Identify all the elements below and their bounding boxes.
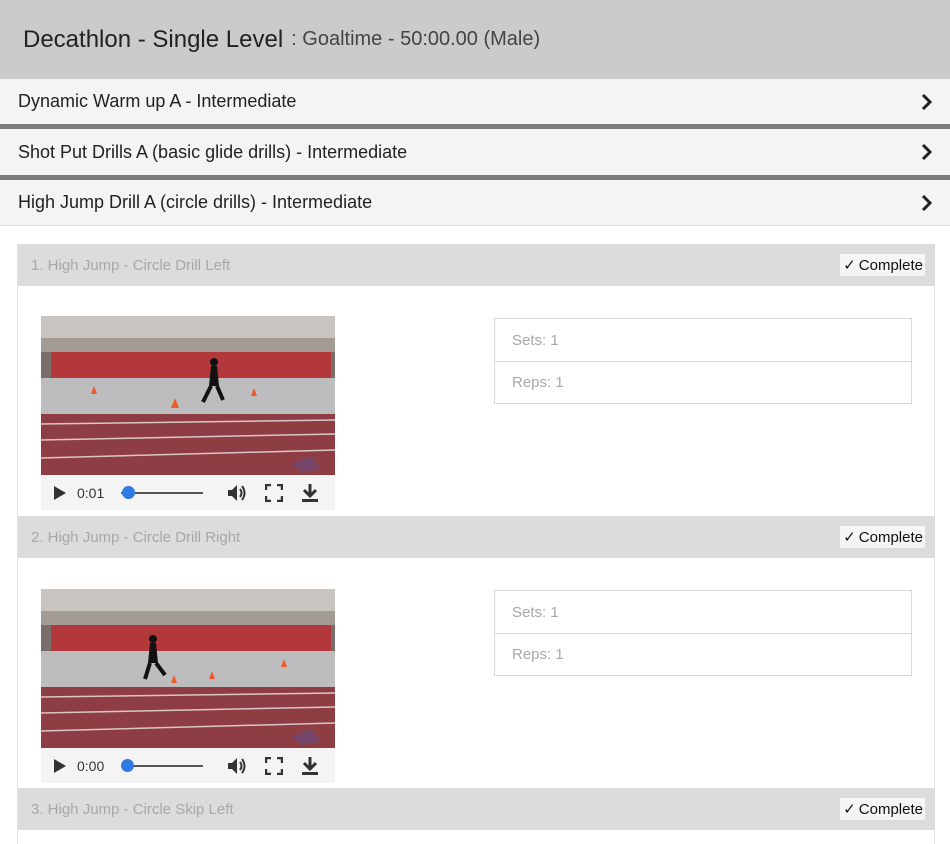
video-player[interactable]: 0:01	[41, 316, 335, 510]
video-controls: 0:01	[41, 475, 335, 510]
complete-button[interactable]: ✓ Complete	[840, 254, 925, 276]
exercise-header: 3. High Jump - Circle Skip Left ✓ Comple…	[18, 788, 935, 830]
complete-label: Complete	[858, 800, 923, 818]
download-icon[interactable]	[299, 755, 321, 777]
exercise-header: 1. High Jump - Circle Drill Left ✓ Compl…	[18, 244, 935, 286]
check-icon: ✓	[843, 801, 856, 818]
video-seek-slider[interactable]	[121, 485, 203, 500]
reps-value: Reps: 1	[495, 361, 911, 403]
seek-knob[interactable]	[121, 758, 134, 772]
check-icon: ✓	[843, 529, 856, 546]
page-subtitle: : Goaltime - 50:00.00 (Male)	[291, 28, 541, 50]
reps-value: Reps: 1	[495, 633, 911, 675]
video-seek-slider[interactable]	[121, 758, 203, 773]
exercise-list: 1. High Jump - Circle Drill Left ✓ Compl…	[17, 244, 935, 844]
accordion-item-dynamic-warm-up[interactable]: Dynamic Warm up A - Intermediate	[0, 79, 950, 124]
exercise-title: 3. High Jump - Circle Skip Left	[31, 800, 234, 818]
complete-button[interactable]: ✓ Complete	[840, 798, 925, 820]
video-player[interactable]: 0:00	[41, 589, 335, 783]
accordion-item-high-jump-drill[interactable]: High Jump Drill A (circle drills) - Inte…	[0, 180, 950, 226]
accordion-item-shot-put-drills[interactable]: Shot Put Drills A (basic glide drills) -…	[0, 129, 950, 175]
video-time: 0:01	[77, 484, 105, 501]
accordion-item-label: Shot Put Drills A (basic glide drills) -…	[18, 141, 408, 162]
accordion-item-label: Dynamic Warm up A - Intermediate	[18, 91, 297, 111]
complete-label: Complete	[858, 528, 923, 546]
play-icon[interactable]	[51, 484, 69, 502]
video-time: 0:00	[77, 757, 105, 774]
accordion-item-label: High Jump Drill A (circle drills) - Inte…	[18, 192, 373, 212]
chevron-right-icon	[920, 143, 934, 161]
video-thumbnail[interactable]	[41, 589, 335, 748]
sets-value: Sets: 1	[512, 603, 559, 621]
play-icon[interactable]	[51, 757, 69, 775]
complete-button[interactable]: ✓ Complete	[840, 526, 925, 548]
chevron-right-icon	[920, 93, 934, 111]
download-icon[interactable]	[299, 482, 321, 504]
video-thumbnail[interactable]	[41, 316, 335, 475]
sets-value: Sets: 1	[512, 331, 559, 349]
video-controls: 0:00	[41, 748, 335, 783]
exercise-header: 2. High Jump - Circle Drill Right ✓ Comp…	[18, 516, 935, 558]
complete-label: Complete	[858, 256, 923, 274]
volume-icon[interactable]	[227, 755, 249, 777]
seek-knob[interactable]	[122, 485, 136, 499]
volume-icon[interactable]	[227, 482, 249, 504]
check-icon: ✓	[843, 257, 856, 274]
page-title: Decathlon - Single Level	[23, 25, 284, 53]
fullscreen-icon[interactable]	[263, 755, 285, 777]
exercise-details: Sets: 1 Reps: 1	[494, 590, 912, 676]
page-header: Decathlon - Single Level : Goaltime - 50…	[0, 0, 950, 79]
exercise-details: Sets: 1 Reps: 1	[494, 318, 912, 404]
exercise-title: 2. High Jump - Circle Drill Right	[31, 528, 241, 546]
fullscreen-icon[interactable]	[263, 482, 285, 504]
chevron-right-icon	[920, 194, 934, 212]
exercise-title: 1. High Jump - Circle Drill Left	[31, 256, 231, 274]
